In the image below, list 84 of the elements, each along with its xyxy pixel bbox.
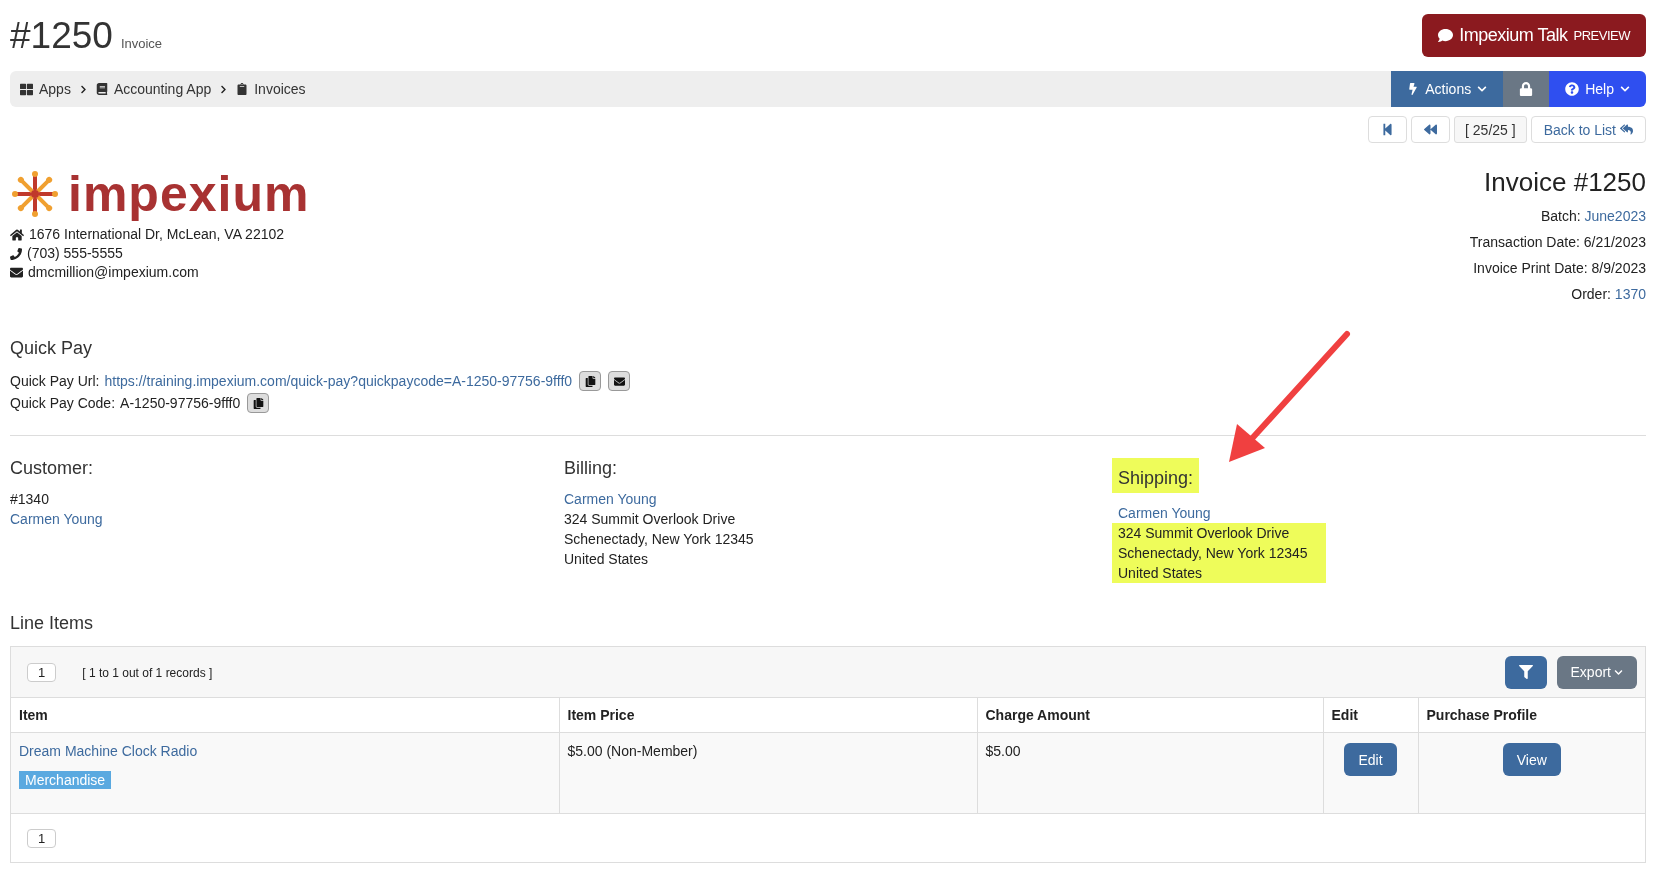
company-phone: (703) 555-5555 bbox=[27, 244, 123, 263]
clipboard-icon bbox=[236, 83, 249, 95]
field-label: Batch: bbox=[1540, 208, 1581, 224]
chevron-icon bbox=[219, 84, 229, 94]
copy-button[interactable] bbox=[579, 371, 602, 391]
field-label: Transaction Date: bbox=[1469, 234, 1580, 250]
section-heading: Customer: bbox=[10, 458, 94, 479]
reply-all-icon bbox=[1620, 123, 1633, 136]
copy-icon bbox=[584, 375, 596, 387]
envelope-icon bbox=[613, 375, 625, 387]
address-line: 324 Summit Overlook Drive bbox=[564, 510, 736, 529]
actions-button[interactable]: Actions bbox=[1391, 71, 1504, 107]
chat-button[interactable]: Impexium Talk PREVIEW bbox=[1422, 14, 1646, 57]
export-button[interactable]: Export bbox=[1556, 655, 1637, 689]
address-line: United States bbox=[564, 550, 649, 569]
field-value: 8/9/2023 bbox=[1591, 260, 1646, 276]
column-header: Item Price bbox=[559, 698, 977, 733]
page-number[interactable]: 1 bbox=[27, 663, 57, 682]
record-position: [ 25/25 ] bbox=[1454, 116, 1527, 143]
category-tag: Merchandise bbox=[19, 771, 112, 789]
contact-link[interactable]: Carmen Young bbox=[10, 509, 103, 529]
caret-icon bbox=[1620, 84, 1630, 94]
item-price: $5.00 (Non-Member) bbox=[567, 743, 698, 759]
edit-button[interactable]: Edit bbox=[1344, 743, 1397, 776]
phone-icon bbox=[10, 247, 22, 260]
chevron-icon bbox=[78, 84, 88, 94]
column-header: Item bbox=[11, 698, 559, 733]
filter-button[interactable] bbox=[1504, 655, 1547, 689]
field-label: Order: bbox=[1571, 286, 1611, 302]
address-line: Schenectady, New York 12345 bbox=[564, 530, 754, 549]
contact-link[interactable]: Carmen Young bbox=[564, 489, 657, 509]
field-label: Invoice Print Date: bbox=[1473, 260, 1588, 276]
filter-icon bbox=[1518, 665, 1533, 679]
skip-back-icon bbox=[1381, 123, 1395, 136]
speech-bubble-icon bbox=[1438, 28, 1454, 43]
grid-icon bbox=[20, 82, 33, 96]
section-heading: Line Items bbox=[10, 613, 94, 634]
starburst-icon bbox=[10, 171, 60, 217]
field-link[interactable]: 1370 bbox=[1614, 286, 1646, 302]
address-line: #1340 bbox=[10, 490, 49, 509]
section-heading: Shipping: bbox=[1112, 458, 1200, 493]
column-header: Edit bbox=[1323, 698, 1418, 733]
contact-link[interactable]: Carmen Young bbox=[1118, 503, 1211, 523]
copy-button[interactable] bbox=[247, 393, 270, 413]
item-link[interactable]: Dream Machine Clock Radio bbox=[19, 743, 198, 759]
field-link[interactable]: June2023 bbox=[1584, 208, 1646, 224]
help-button[interactable]: Help bbox=[1549, 71, 1646, 107]
page-title: #1250 bbox=[10, 14, 113, 57]
help-icon bbox=[1565, 82, 1580, 96]
company-address: 1676 International Dr, McLean, VA 22102 bbox=[29, 225, 285, 244]
charge-amount: $5.00 bbox=[985, 743, 1021, 759]
code-label: Quick Pay Code: bbox=[10, 393, 116, 413]
email-button[interactable] bbox=[608, 371, 631, 391]
first-record-button[interactable] bbox=[1368, 116, 1408, 143]
previous-record-button[interactable] bbox=[1411, 116, 1451, 143]
url-label: Quick Pay Url: bbox=[10, 371, 100, 391]
column-header: Charge Amount bbox=[977, 698, 1323, 733]
envelope-icon bbox=[10, 266, 23, 279]
book-icon bbox=[95, 83, 108, 95]
quick-pay-code: A-1250-97756-9fff0 bbox=[120, 393, 241, 413]
company-email: dmcmillion@impexium.com bbox=[28, 263, 199, 282]
page-number[interactable]: 1 bbox=[27, 828, 57, 848]
lock-button[interactable] bbox=[1503, 71, 1550, 107]
column-header: Purchase Profile bbox=[1418, 698, 1645, 733]
home-icon bbox=[10, 227, 24, 242]
records-count: [ 1 to 1 out of 1 records ] bbox=[82, 666, 213, 680]
company-logo: impexium bbox=[10, 163, 310, 225]
section-heading: Billing: bbox=[564, 458, 618, 479]
section-heading: Quick Pay bbox=[10, 338, 93, 359]
breadcrumb-link[interactable]: Accounting App bbox=[95, 81, 212, 97]
lightning-icon bbox=[1407, 83, 1420, 95]
copy-icon bbox=[252, 397, 264, 409]
breadcrumb-link[interactable]: Apps bbox=[20, 81, 71, 97]
lock-icon bbox=[1519, 82, 1534, 96]
invoice-title: Invoice #1250 bbox=[1483, 167, 1646, 198]
caret-icon bbox=[1477, 84, 1488, 94]
breadcrumb-link[interactable]: Invoices bbox=[236, 81, 306, 97]
rewind-icon bbox=[1424, 123, 1438, 136]
back-to-list-button[interactable]: Back to List bbox=[1530, 116, 1646, 143]
caret-icon bbox=[1614, 667, 1623, 677]
page-subtitle: Invoice bbox=[120, 35, 163, 51]
view-button[interactable]: View bbox=[1502, 743, 1561, 776]
field-value: 6/21/2023 bbox=[1583, 234, 1646, 250]
quick-pay-link[interactable]: https://training.impexium.com/quick-pay?quickpaycode=A-1250-97756-9fff0 bbox=[104, 371, 573, 391]
